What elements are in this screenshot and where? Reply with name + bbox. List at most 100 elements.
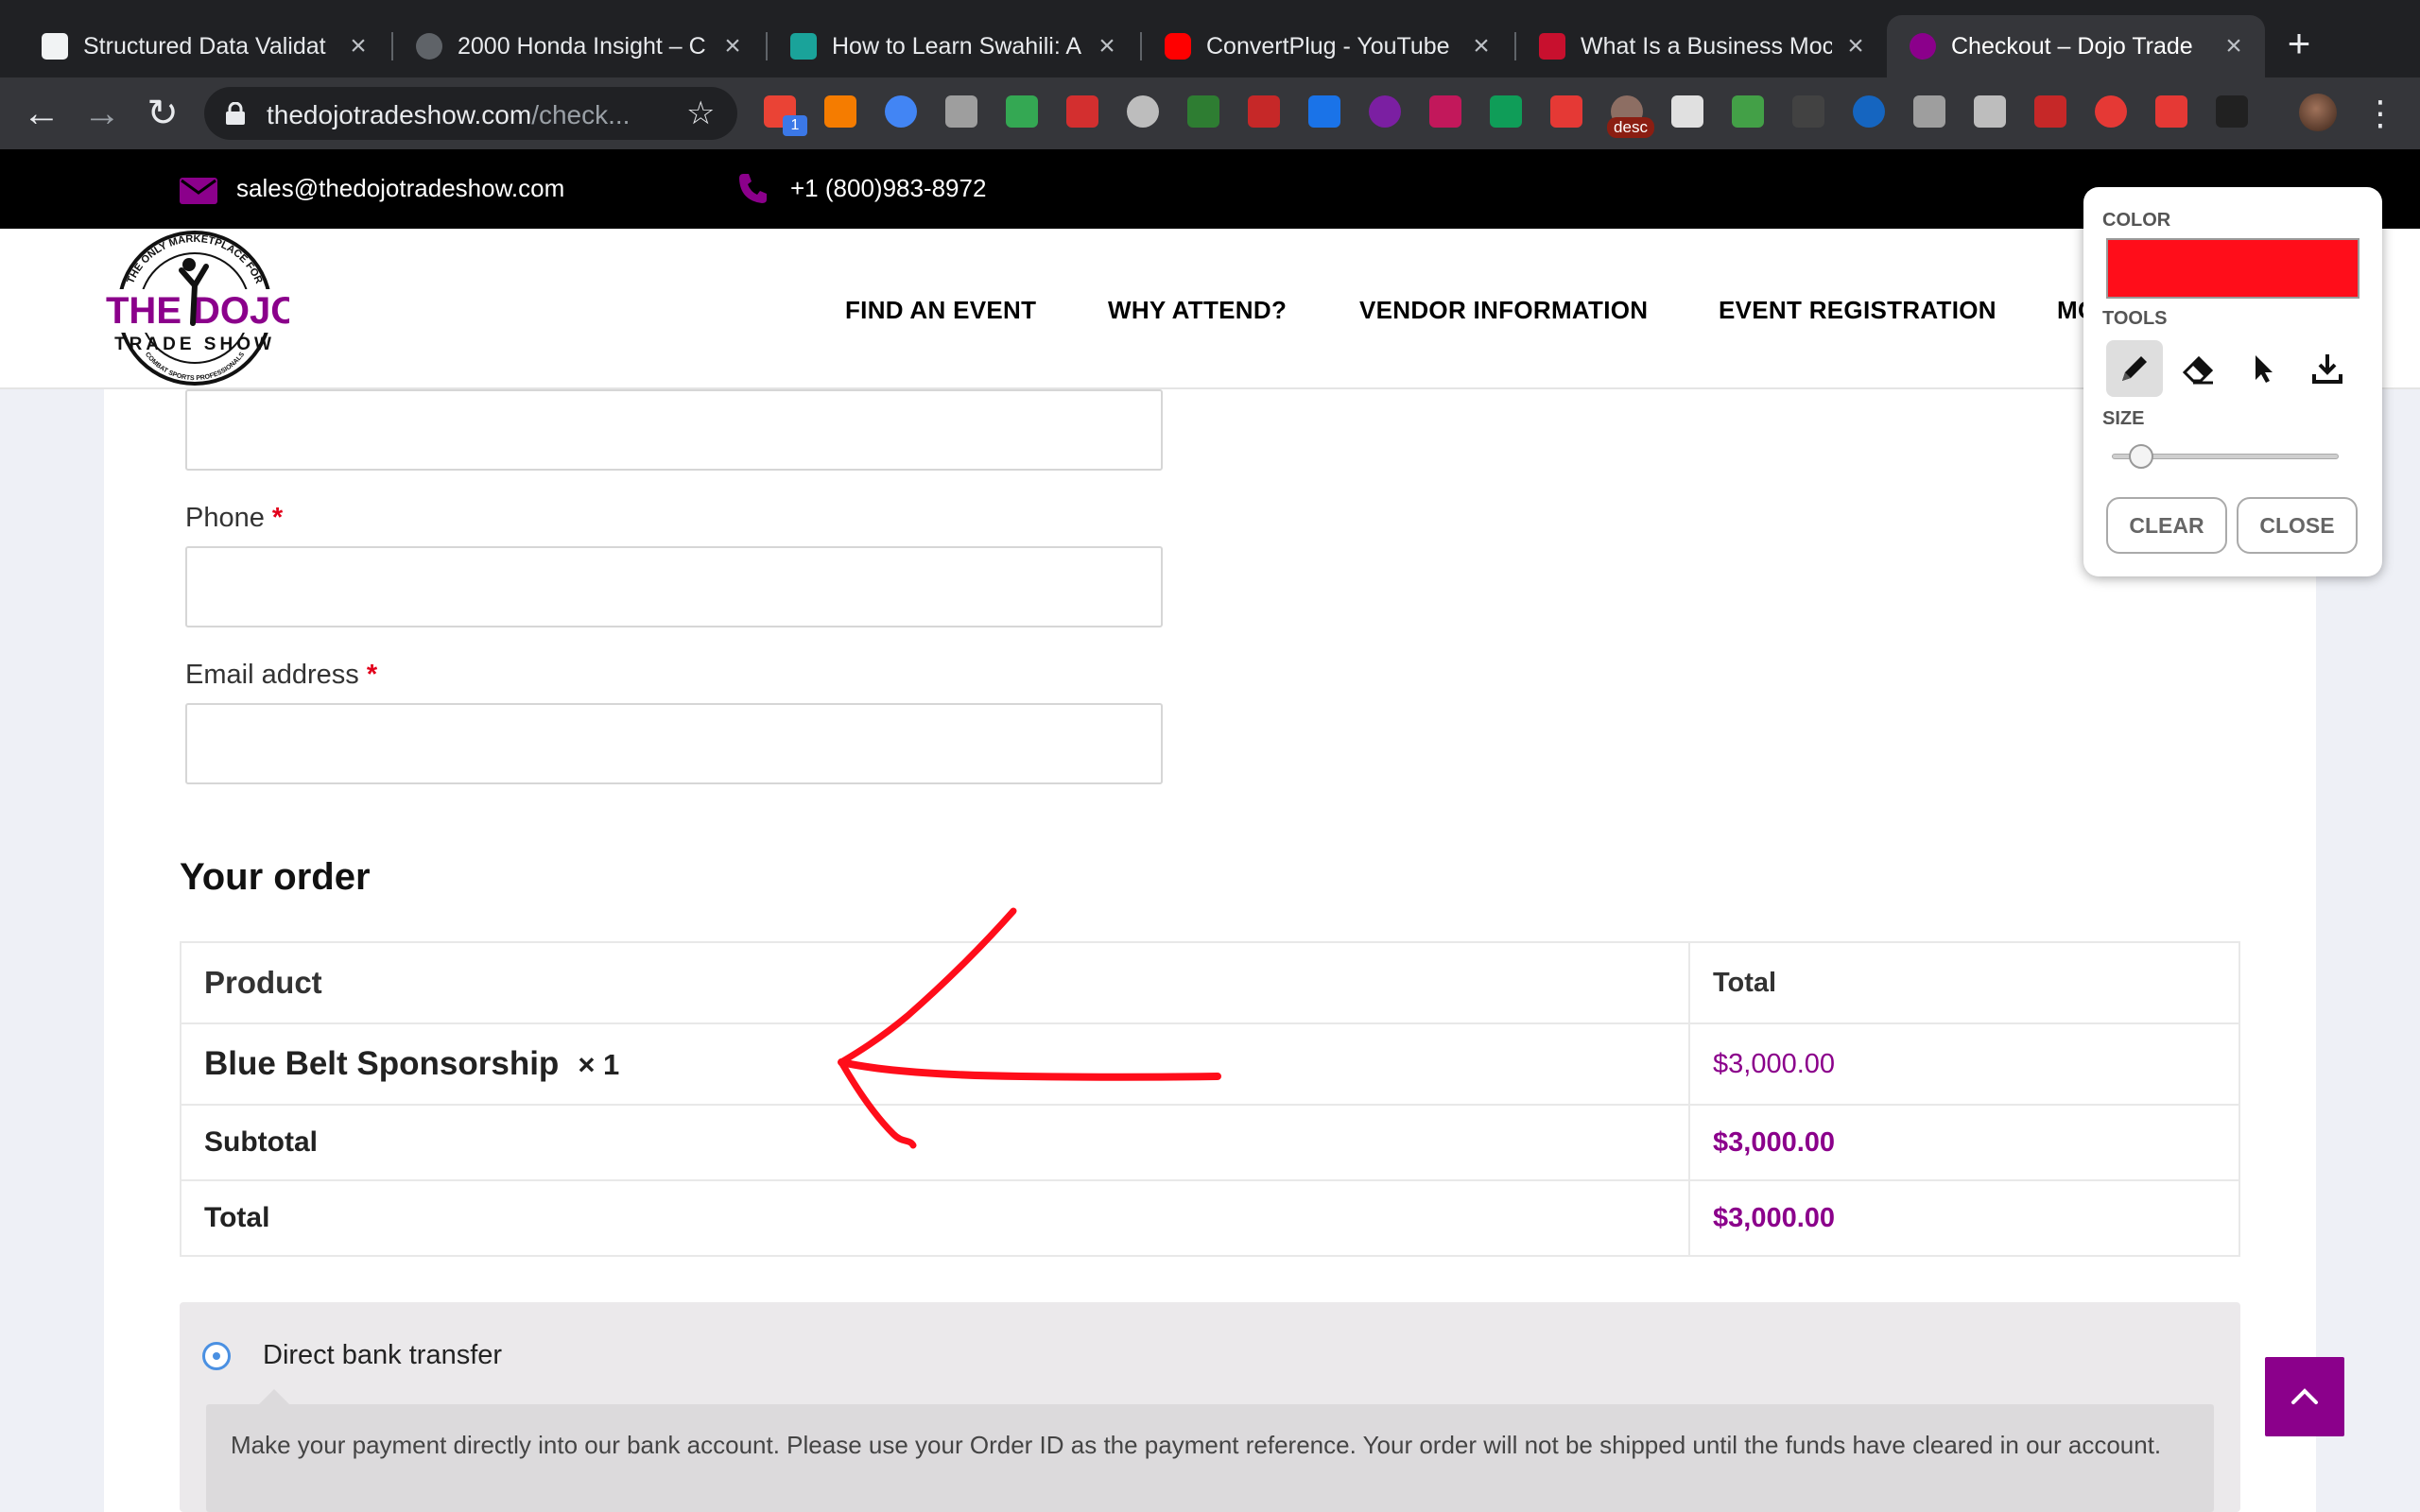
nav-find-an-event[interactable]: FIND AN EVENT bbox=[845, 296, 1036, 325]
total-value-cell: $3,000.00 bbox=[1688, 1179, 2240, 1257]
extension-icon[interactable] bbox=[1429, 95, 1461, 128]
tab-business-model[interactable]: What Is a Business Moc × bbox=[1516, 15, 1887, 77]
extension-icon[interactable] bbox=[1974, 95, 2006, 128]
new-tab-plus-icon[interactable]: + bbox=[2280, 24, 2318, 63]
close-icon[interactable]: × bbox=[1841, 30, 1870, 62]
pencil-tool-button[interactable] bbox=[2106, 340, 2163, 397]
subtotal-label-cell: Subtotal bbox=[180, 1104, 1690, 1181]
youtube-icon bbox=[1165, 33, 1191, 60]
tab-favicon-icon bbox=[42, 33, 68, 60]
logo-title-left: THE bbox=[106, 290, 182, 332]
extension-icon[interactable] bbox=[1248, 95, 1280, 128]
close-icon[interactable]: × bbox=[2220, 30, 2248, 62]
mail-icon bbox=[180, 178, 217, 204]
column-header-total: Total bbox=[1688, 941, 2240, 1024]
clear-button[interactable]: CLEAR bbox=[2106, 497, 2227, 554]
extension-icon[interactable] bbox=[1369, 95, 1401, 128]
extension-icon[interactable] bbox=[1490, 95, 1522, 128]
dojo-trade-show-logo[interactable]: THE ONLY MARKETPLACE FOR COMBAT SPORTS P… bbox=[100, 229, 289, 387]
extension-icon[interactable] bbox=[824, 95, 856, 128]
logo-subtitle: TRADE SHOW bbox=[114, 335, 275, 354]
extension-icon[interactable] bbox=[1308, 95, 1340, 128]
extension-icon[interactable] bbox=[945, 95, 977, 128]
tab-honda-insight[interactable]: 2000 Honda Insight – C × bbox=[393, 15, 764, 77]
url-text: thedojotradeshow.com/check... bbox=[267, 100, 630, 130]
tab-title: 2000 Honda Insight – C bbox=[458, 32, 706, 60]
extension-icon[interactable] bbox=[1127, 95, 1159, 128]
dojo-favicon-icon bbox=[1910, 33, 1936, 60]
cursor-arrow-icon bbox=[2256, 355, 2273, 383]
site-contact-bar: sales@thedojotradeshow.com +1 (800)983-8… bbox=[0, 149, 2420, 229]
reload-icon[interactable]: ↻ bbox=[142, 93, 183, 134]
extension-icon[interactable] bbox=[885, 95, 917, 128]
forward-arrow-icon[interactable]: → bbox=[81, 93, 123, 134]
drawing-tool-panel: COLOR TOOLS SIZE CLEAR CLOSE bbox=[2083, 187, 2382, 576]
bank-transfer-label[interactable]: Direct bank transfer bbox=[263, 1340, 502, 1371]
item-name: Blue Belt Sponsorship bbox=[204, 1045, 560, 1082]
extension-icon[interactable] bbox=[2216, 95, 2248, 128]
previous-field-input[interactable] bbox=[185, 389, 1163, 471]
chevron-up-icon bbox=[2291, 1388, 2318, 1404]
tab-title: How to Learn Swahili: A bbox=[832, 32, 1082, 60]
download-tool-button[interactable] bbox=[2299, 340, 2356, 397]
contact-email[interactable]: sales@thedojotradeshow.com bbox=[236, 174, 564, 203]
extension-icon[interactable] bbox=[1792, 95, 1824, 128]
close-icon[interactable]: × bbox=[1467, 30, 1495, 62]
email-label-text: Email address bbox=[185, 660, 359, 690]
eraser-tool-button[interactable] bbox=[2170, 340, 2227, 397]
extension-icon[interactable] bbox=[1913, 95, 1945, 128]
bookmark-star-icon[interactable]: ☆ bbox=[686, 94, 715, 132]
tab-structured-data[interactable]: Structured Data Validat × bbox=[19, 15, 389, 77]
subtotal-row: Subtotal $3,000.00 bbox=[180, 1104, 2240, 1181]
contact-phone[interactable]: +1 (800)983-8972 bbox=[790, 174, 986, 203]
payment-description: Make your payment directly into our bank… bbox=[231, 1431, 2162, 1459]
extension-icon[interactable] bbox=[1006, 95, 1038, 128]
subtotal-value: $3,000.00 bbox=[1713, 1126, 1836, 1158]
total-row: Total $3,000.00 bbox=[180, 1179, 2240, 1257]
nav-why-attend[interactable]: WHY ATTEND? bbox=[1108, 296, 1287, 325]
back-arrow-icon[interactable]: ← bbox=[21, 93, 62, 134]
nav-event-registration[interactable]: EVENT REGISTRATION bbox=[1719, 296, 1996, 325]
size-label: SIZE bbox=[2102, 408, 2145, 429]
profile-avatar[interactable] bbox=[2299, 94, 2337, 131]
size-slider-thumb[interactable] bbox=[2129, 444, 2153, 469]
extension-icon[interactable] bbox=[2034, 95, 2066, 128]
tab-learn-swahili[interactable]: How to Learn Swahili: A × bbox=[768, 15, 1138, 77]
total-value: $3,000.00 bbox=[1713, 1202, 1836, 1233]
close-icon[interactable]: × bbox=[718, 30, 747, 62]
close-button[interactable]: CLOSE bbox=[2237, 497, 2358, 554]
pointer-tool-button[interactable] bbox=[2235, 340, 2291, 397]
phone-icon bbox=[739, 174, 767, 203]
extension-icon[interactable] bbox=[1550, 95, 1582, 128]
phone-label-text: Phone bbox=[185, 503, 265, 533]
tab-convertplug-youtube[interactable]: ConvertPlug - YouTube × bbox=[1142, 15, 1512, 77]
extension-icon[interactable] bbox=[2155, 95, 2187, 128]
bank-transfer-radio[interactable] bbox=[202, 1342, 231, 1370]
logo-title-right: DOJO bbox=[193, 290, 289, 332]
tab-favicon-icon bbox=[416, 33, 442, 60]
url-path: /check... bbox=[531, 100, 631, 129]
close-icon[interactable]: × bbox=[344, 30, 372, 62]
browser-menu-icon[interactable]: ⋮ bbox=[2363, 93, 2397, 134]
phone-label: Phone * bbox=[185, 503, 283, 534]
hbr-icon bbox=[1539, 33, 1565, 60]
order-table: Product Total Blue Belt Sponsorship × 1 $… bbox=[180, 941, 2240, 1257]
tab-checkout-dojo[interactable]: Checkout – Dojo Trade × bbox=[1887, 15, 2265, 77]
extension-icon[interactable] bbox=[1853, 95, 1885, 128]
tab-title: ConvertPlug - YouTube bbox=[1206, 32, 1450, 60]
lock-icon bbox=[226, 102, 245, 125]
item-total-cell: $3,000.00 bbox=[1688, 1022, 2240, 1106]
address-bar[interactable]: thedojotradeshow.com/check... ☆ bbox=[204, 87, 737, 140]
extension-icon[interactable] bbox=[1187, 95, 1219, 128]
close-icon[interactable]: × bbox=[1093, 30, 1121, 62]
extension-icon[interactable] bbox=[1732, 95, 1764, 128]
scroll-to-top-button[interactable] bbox=[2265, 1357, 2344, 1436]
extension-icon[interactable] bbox=[1671, 95, 1703, 128]
extension-icon[interactable] bbox=[2095, 95, 2127, 128]
extension-icon[interactable] bbox=[1066, 95, 1098, 128]
nav-vendor-information[interactable]: VENDOR INFORMATION bbox=[1359, 296, 1648, 325]
phone-input[interactable] bbox=[185, 546, 1163, 627]
color-swatch[interactable] bbox=[2106, 238, 2360, 299]
url-host: thedojotradeshow.com bbox=[267, 100, 532, 129]
email-input[interactable] bbox=[185, 703, 1163, 784]
